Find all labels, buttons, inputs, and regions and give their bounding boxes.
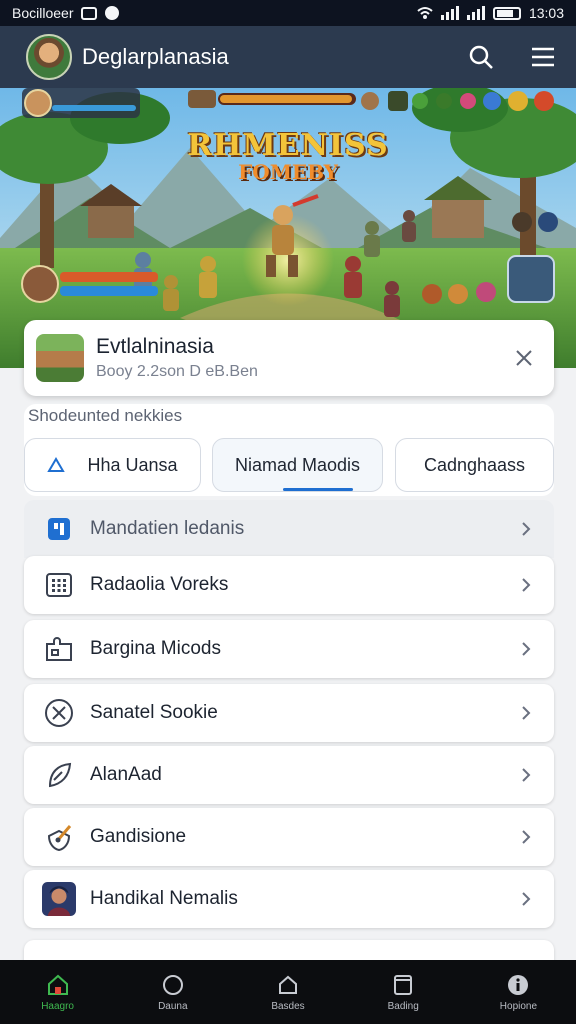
list-item-radaolia-voreks[interactable]: Radaolia Voreks bbox=[24, 556, 554, 614]
notification-chat-icon bbox=[105, 6, 120, 20]
avatar[interactable] bbox=[26, 34, 72, 80]
app-bar: Deglarplanasia bbox=[0, 26, 576, 88]
chip-label: Hha Uansa bbox=[87, 454, 178, 475]
nav-item-hopione[interactable]: Hopione bbox=[461, 960, 576, 1024]
signal-2-icon bbox=[466, 6, 485, 20]
chevron-right-icon bbox=[516, 889, 536, 909]
game-logo-subtitle: FOMEBY bbox=[238, 160, 338, 184]
chevron-right-icon bbox=[516, 639, 536, 659]
game-info-card[interactable]: Evtlalninasia Booy 2.2son D eB.Ben bbox=[24, 320, 554, 396]
chip-niamad-maodis[interactable]: Niamad Maodis bbox=[212, 438, 383, 492]
list-item-label: Radaolia Voreks bbox=[90, 574, 229, 595]
nav-item-dauna[interactable]: Dauna bbox=[115, 960, 230, 1024]
list-item-label: AlanAad bbox=[90, 764, 162, 785]
search-icon bbox=[469, 45, 493, 69]
game-card-title: Evtlalninasia bbox=[96, 335, 214, 358]
triangle-icon bbox=[47, 457, 66, 472]
list-item-sanatel-sookie[interactable]: Sanatel Sookie bbox=[24, 684, 554, 742]
app-title: Deglarplanasia bbox=[82, 44, 229, 69]
status-carrier-text: Bocilloeer bbox=[12, 5, 74, 21]
crossed-tools-icon bbox=[42, 696, 76, 730]
circle-icon bbox=[162, 974, 183, 995]
chip-hha-uansa[interactable]: Hha Uansa bbox=[24, 438, 201, 492]
chevron-right-icon bbox=[516, 765, 536, 785]
list-item-label: Mandatien ledanis bbox=[90, 518, 245, 539]
character-portrait-icon bbox=[42, 882, 76, 916]
search-button[interactable] bbox=[464, 40, 498, 74]
list-item-alanaad[interactable]: AlanAad bbox=[24, 746, 554, 804]
nav-label: Hopione bbox=[499, 1000, 538, 1012]
list-item-gandisione[interactable]: Gandisione bbox=[24, 808, 554, 866]
chevron-right-icon bbox=[516, 575, 536, 595]
close-button[interactable] bbox=[506, 340, 542, 376]
chevron-right-icon bbox=[516, 519, 536, 539]
grid-icon bbox=[42, 568, 76, 602]
nav-label: Basdes bbox=[271, 1000, 305, 1012]
chip-cadnghaass[interactable]: Cadnghaass bbox=[395, 438, 554, 492]
nav-label: Haagro bbox=[41, 1000, 74, 1012]
game-logo-title: RHMENISS bbox=[187, 128, 389, 163]
house-outline-icon bbox=[279, 975, 297, 994]
signal-icon bbox=[440, 6, 459, 20]
list-item-bargina-micods[interactable]: Bargina Micods bbox=[24, 620, 554, 678]
battery-icon bbox=[492, 6, 521, 20]
shortcut-chips: Hha Uansa Niamad Maodis Cadnghaass bbox=[24, 438, 576, 494]
sword-shield-icon bbox=[42, 820, 76, 854]
feather-icon bbox=[42, 758, 76, 792]
menu-button[interactable] bbox=[526, 40, 560, 74]
list-item-label: Bargina Micods bbox=[90, 638, 221, 659]
game-card-subtitle: Booy 2.2son D eB.Ben bbox=[96, 363, 258, 380]
list-item-label: Sanatel Sookie bbox=[90, 702, 218, 723]
puzzle-icon bbox=[42, 632, 76, 666]
home-icon bbox=[47, 974, 68, 995]
status-bar: Bocilloeer 13:03 bbox=[0, 0, 576, 26]
notification-box-icon bbox=[81, 6, 98, 20]
chevron-right-icon bbox=[516, 703, 536, 723]
info-circle-icon bbox=[508, 974, 529, 995]
close-icon bbox=[516, 350, 532, 366]
chevron-right-icon bbox=[516, 827, 536, 847]
square-badge-icon bbox=[42, 512, 76, 546]
chip-label: Cadnghaass bbox=[423, 454, 526, 475]
list-item-handikal-nemalis[interactable]: Handikal Nemalis bbox=[24, 870, 554, 928]
nav-label: Bading bbox=[387, 1000, 419, 1012]
list-item-label: Gandisione bbox=[90, 826, 187, 847]
nav-item-haagro[interactable]: Haagro bbox=[0, 960, 115, 1024]
active-tab-indicator bbox=[283, 488, 353, 491]
list-item-label: Handikal Nemalis bbox=[90, 888, 238, 909]
bottom-nav: Haagro Dauna Basdes Bading Hopione bbox=[0, 960, 576, 1024]
list-header-row[interactable]: Mandatien ledanis bbox=[24, 500, 554, 558]
nav-item-bading[interactable]: Bading bbox=[346, 960, 461, 1024]
section-label: Shodeunted nekkies bbox=[28, 406, 183, 425]
hamburger-menu-icon bbox=[532, 47, 554, 67]
nav-item-basdes[interactable]: Basdes bbox=[230, 960, 345, 1024]
wifi-icon bbox=[417, 7, 433, 19]
square-icon bbox=[394, 974, 413, 995]
chip-label: Niamad Maodis bbox=[234, 454, 361, 475]
game-thumbnail bbox=[36, 334, 84, 382]
status-time: 13:03 bbox=[528, 5, 564, 21]
nav-label: Dauna bbox=[158, 1000, 188, 1012]
